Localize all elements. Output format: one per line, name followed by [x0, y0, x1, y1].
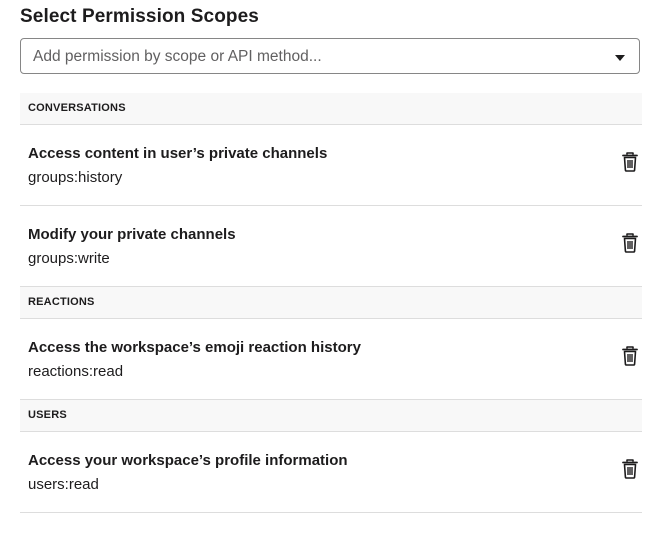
group-header-reactions: REACTIONS [20, 287, 642, 319]
scope-key: users:read [28, 476, 99, 493]
caret-down-icon[interactable] [615, 55, 625, 61]
scope-row-groups-write: Modify your private channels groups:writ… [20, 206, 642, 287]
group-header-users: USERS [20, 400, 642, 432]
trash-icon[interactable] [620, 345, 640, 367]
trash-icon[interactable] [620, 458, 640, 480]
scope-key: reactions:read [28, 363, 124, 380]
group-header-conversations: CONVERSATIONS [20, 93, 642, 125]
scope-search-select[interactable]: Add permission by scope or API method... [20, 38, 640, 74]
scope-key: groups:write [28, 250, 110, 267]
scope-title: Modify your private channels [28, 226, 236, 243]
scope-search-placeholder: Add permission by scope or API method... [33, 48, 322, 65]
page-title: Select Permission Scopes [20, 6, 259, 27]
scope-row-groups-history: Access content in user’s private channel… [20, 125, 642, 206]
trash-icon[interactable] [620, 151, 640, 173]
scope-title: Access the workspace’s emoji reaction hi… [28, 339, 361, 356]
scope-list: CONVERSATIONS Access content in user’s p… [20, 93, 642, 513]
scope-row-reactions-read: Access the workspace’s emoji reaction hi… [20, 319, 642, 400]
scope-title: Access content in user’s private channel… [28, 145, 328, 162]
scope-row-users-read: Access your workspace’s profile informat… [20, 432, 642, 513]
scope-title: Access your workspace’s profile informat… [28, 452, 348, 469]
trash-icon[interactable] [620, 232, 640, 254]
scope-key: groups:history [28, 169, 123, 186]
